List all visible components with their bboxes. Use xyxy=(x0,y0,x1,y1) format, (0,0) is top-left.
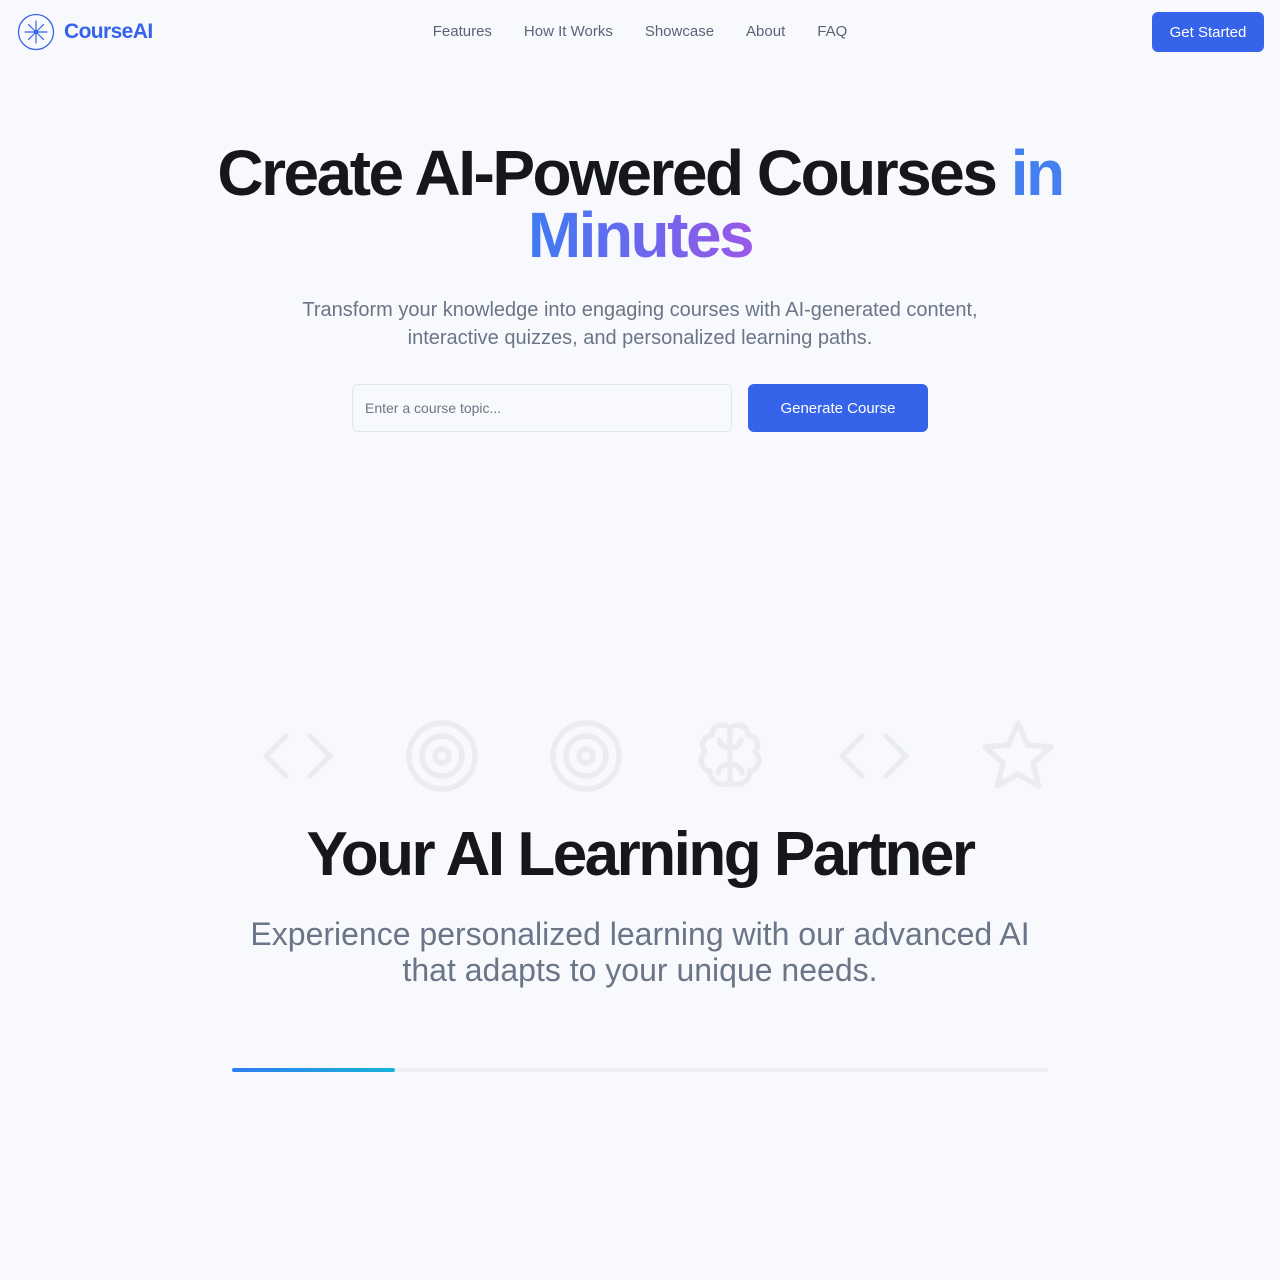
hero-title-accent-in: in xyxy=(1010,137,1065,209)
carousel-progress-bar xyxy=(232,1068,1048,1072)
hero-title: Create AI-Powered Courses in Minutes xyxy=(0,141,1280,267)
target-icon xyxy=(548,718,624,794)
generate-course-button[interactable]: Generate Course xyxy=(748,384,928,432)
star-icon xyxy=(980,718,1056,794)
code-icon xyxy=(836,718,912,794)
partner-title: Your AI Learning Partner xyxy=(306,820,976,889)
nav-link-how-it-works[interactable]: How It Works xyxy=(524,23,613,40)
nav-link-about[interactable]: About xyxy=(746,23,785,40)
brain-icon xyxy=(692,718,768,794)
hero-subtitle: Transform your knowledge into engaging c… xyxy=(302,299,978,349)
nav-link-features[interactable]: Features xyxy=(433,23,492,40)
code-icon xyxy=(260,718,336,794)
course-topic-input[interactable] xyxy=(352,384,732,432)
top-navbar: CourseAI Features How It Works Showcase … xyxy=(0,0,1280,64)
target-icon xyxy=(404,718,480,794)
nav-link-showcase[interactable]: Showcase xyxy=(645,23,714,40)
main-nav: Features How It Works Showcase About FAQ xyxy=(0,23,1280,40)
hero-title-accent-minutes: Minutes xyxy=(527,199,755,271)
get-started-button[interactable]: Get Started xyxy=(1152,12,1264,52)
carousel-progress-fill xyxy=(232,1068,396,1072)
partner-subtitle: Experience personalized learning with ou… xyxy=(250,916,1030,988)
nav-link-faq[interactable]: FAQ xyxy=(817,23,847,40)
